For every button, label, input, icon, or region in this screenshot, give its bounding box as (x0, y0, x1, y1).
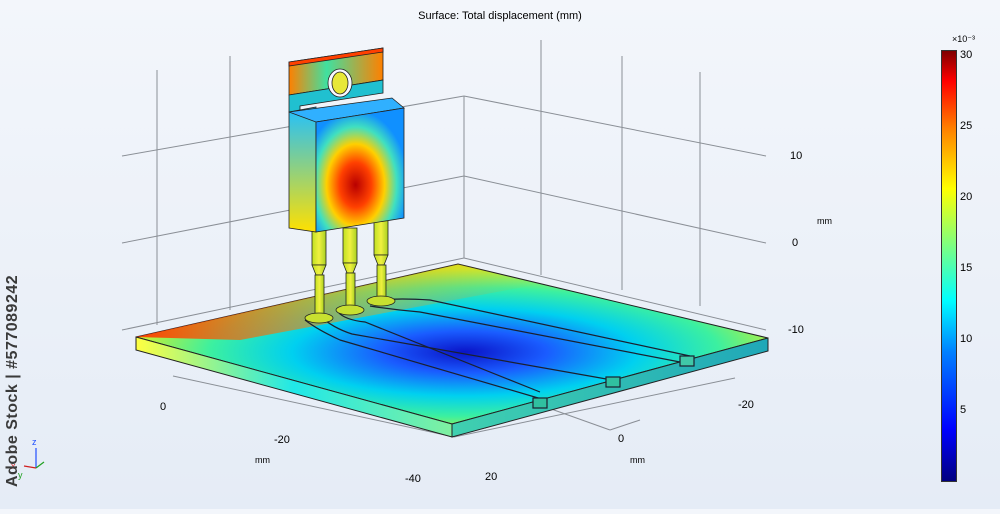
stock-watermark: Adobe Stock | #577089242 (4, 274, 21, 487)
x-axis-unit: mm (255, 455, 270, 465)
z-axis-unit: mm (817, 216, 832, 226)
colorbar-tick: 5 (960, 404, 967, 416)
x-tick-minus-40: -40 (405, 473, 421, 485)
colorbar-exponent: ×10⁻³ (952, 34, 976, 44)
colorbar-tick: 10 (960, 333, 973, 345)
y-tick-20: 20 (485, 471, 498, 483)
colorbar-gradient (941, 50, 957, 482)
plot-title: Surface: Total displacement (mm) (418, 10, 582, 22)
pcb-board[interactable] (135, 263, 769, 438)
z-tick-minus-10: -10 (788, 324, 804, 336)
y-tick-minus-20: -20 (738, 399, 754, 411)
x-tick-minus-20: -20 (274, 434, 290, 446)
triad-z-label: z (32, 437, 37, 447)
z-tick-10: 10 (790, 150, 803, 162)
scene (23, 40, 769, 469)
colorbar-tick: 20 (960, 191, 973, 203)
colorbar-tick: 25 (960, 120, 973, 132)
z-tick-0: 0 (792, 237, 799, 249)
3d-viewport[interactable]: Surface: Total displacement (mm) 10 mm 0… (0, 0, 1000, 509)
colorbar-tick: 15 (960, 262, 973, 274)
y-tick-0: 0 (618, 433, 625, 445)
y-axis-unit: mm (630, 455, 645, 465)
component-body (288, 97, 405, 233)
x-tick-0: 0 (160, 401, 167, 413)
colorbar-tick: 30 (960, 49, 973, 61)
